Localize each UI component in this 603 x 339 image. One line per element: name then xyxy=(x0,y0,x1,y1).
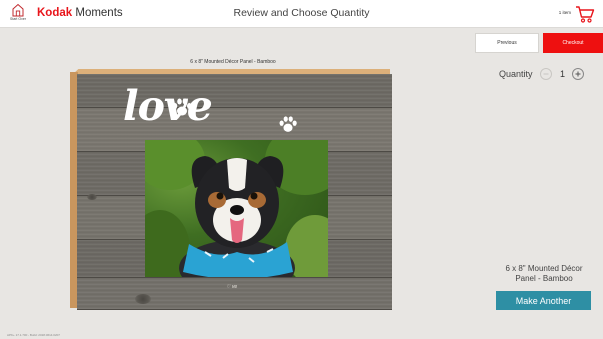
minus-icon xyxy=(543,73,549,75)
wood-knot xyxy=(87,194,97,200)
quantity-label: Quantity xyxy=(499,69,533,79)
quantity-decrement-button[interactable] xyxy=(540,68,552,80)
make-another-button[interactable]: Make Another xyxy=(496,291,591,310)
cart-count[interactable]: 1 item xyxy=(559,10,571,15)
dog-illustration xyxy=(179,156,295,277)
panel-signature: ♡ ve xyxy=(226,284,238,290)
product-caption: 6 x 8" Mounted Décor Panel - Bamboo xyxy=(190,59,276,65)
page-title: Review and Choose Quantity xyxy=(233,7,370,19)
dog-photo xyxy=(145,140,328,277)
wood-plank xyxy=(77,278,392,310)
paw-icon xyxy=(279,116,297,132)
checkout-button[interactable]: Checkout xyxy=(543,33,603,53)
quantity-increment-button[interactable] xyxy=(572,68,584,80)
shopping-cart-icon[interactable] xyxy=(575,5,595,24)
top-bar: Start Over Kodak Moments Review and Choo… xyxy=(0,0,603,28)
build-info: APK+ 17.1.700 - Build: 2018.0614.0207 xyxy=(7,333,60,337)
previous-button[interactable]: Previous xyxy=(475,33,539,53)
wood-knot xyxy=(135,294,151,304)
plus-icon xyxy=(575,71,581,77)
product-name: 6 x 8" Mounted Décor Panel - Bamboo xyxy=(505,264,583,283)
love-text: love xyxy=(123,82,213,130)
quantity-value: 1 xyxy=(560,69,566,79)
